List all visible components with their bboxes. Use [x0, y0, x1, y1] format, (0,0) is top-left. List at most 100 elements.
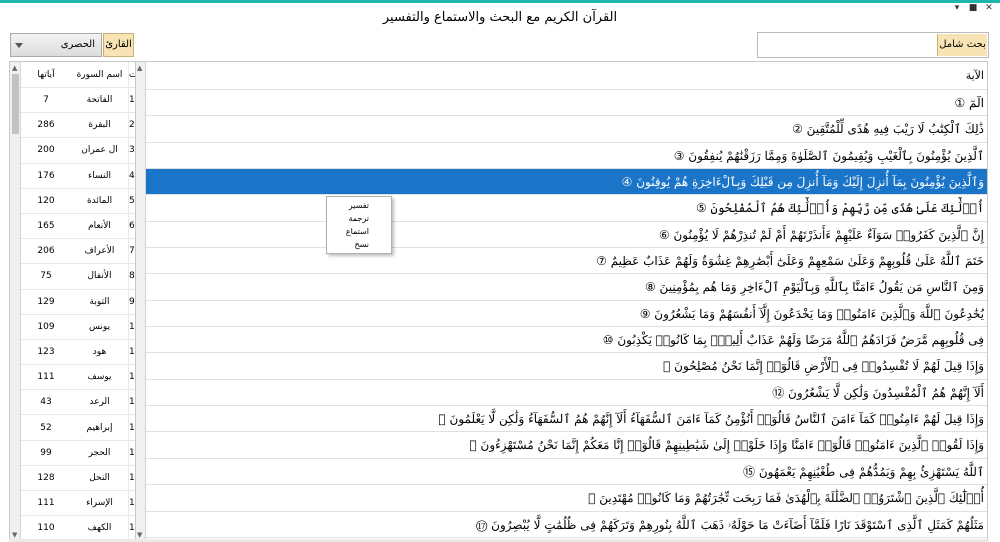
surah-table-body: ت اسم السورة آياتها 1 الفاتحة 7 2 البقرة 286 3… [21, 62, 143, 541]
table-row[interactable]: 16النحل128 [21, 465, 143, 491]
surah-cell-name: التوبة [89, 296, 110, 307]
surah-cell-name: الإسراء [86, 498, 113, 509]
surah-cell-ayat: 110 [37, 523, 55, 534]
surah-cell-ayat: 120 [37, 195, 55, 206]
table-row[interactable]: 2 البقرة 286 [21, 113, 143, 139]
search-input[interactable] [759, 34, 937, 56]
surah-cell-name: الأعراف [84, 246, 115, 257]
context-menu-item[interactable]: ترجمة [327, 212, 391, 225]
surah-cell-name: الكهف [87, 523, 112, 534]
surah-cell-ayat: 200 [37, 145, 55, 156]
verse-row[interactable]: وَإِذَا قِيلَ لَهُمْ ءَامِنُوا۟ كَمَآ ءَ… [146, 406, 987, 433]
surah-cell-ayat: 111 [37, 498, 55, 509]
verse-row[interactable]: إِنَّ ٱلَّذِينَ كَفَرُوا۟ سَوَآءٌ عَلَيْ… [146, 222, 987, 249]
surah-cell-ayat: 75 [40, 271, 52, 282]
surah-cell-name: إبراهيم [86, 422, 113, 433]
verse-row[interactable]: وَإِذَا لَقُوا۟ ٱلَّذِينَ ءَامَنُوا۟ قَا… [146, 432, 987, 459]
verse-row[interactable]: أَلَآ إِنَّهُمْ هُمُ ٱلْمُفْسِدُونَ وَلَ… [146, 380, 987, 407]
verse-row[interactable]: أُو۟لَٰٓئِكَ ٱلَّذِينَ ٱشْتَرَوُا۟ ٱلضَّ… [146, 485, 987, 512]
scroll-up-icon[interactable]: ▲ [137, 64, 142, 72]
table-row[interactable]: 13الرعد43 [21, 390, 143, 416]
surah-cell-name: يونس [88, 321, 111, 332]
header-name[interactable]: اسم السورة [71, 62, 128, 87]
context-menu-item[interactable]: استماع [327, 225, 391, 238]
table-row[interactable]: 1 الفاتحة 7 [21, 88, 143, 114]
context-menu-item[interactable]: نسخ [327, 238, 391, 251]
table-row[interactable]: 14إبراهيم52 [21, 415, 143, 441]
maximize-icon[interactable]: ■ [968, 3, 978, 13]
scroll-down-icon[interactable]: ▼ [12, 531, 17, 539]
window-controls: ▾ ■ ✕ [952, 3, 994, 13]
verse-row[interactable]: ٱلَّذِينَ يُؤْمِنُونَ بِٱلْغَيْبِ وَيُقِ… [146, 143, 987, 170]
table-row[interactable]: 9 التوبة 129 [21, 289, 143, 315]
table-row[interactable]: 17الإسراء111 [21, 491, 143, 517]
surah-cell-name: النحل [89, 472, 110, 483]
verse-row[interactable]: يُخَٰدِعُونَ ٱللَّهَ وَٱلَّذِينَ ءَامَنُ… [146, 301, 987, 328]
header-ayat[interactable]: آياتها [21, 62, 71, 87]
surah-cell-name: الرعد [89, 397, 110, 408]
table-row[interactable]: 7 الأعراف 206 [21, 239, 143, 265]
surah-cell-name: النساء [88, 170, 111, 181]
surah-cell-ayat: 206 [37, 246, 55, 257]
scroll-up-icon[interactable]: ▲ [12, 64, 17, 72]
surah-cell-ayat: 111 [37, 372, 55, 383]
verse-row[interactable]: فِى قُلُوبِهِم مَّرَضٌ فَزَادَهُمُ ٱللَّ… [146, 327, 987, 354]
surah-cell-name: ال عمران [81, 145, 118, 156]
table-row[interactable]: 4 النساء 176 [21, 163, 143, 189]
scroll-thumb[interactable] [12, 74, 19, 134]
reader-selector: الحصرى القارئ [10, 33, 134, 57]
verse-scrollbar[interactable]: ▲ ▼ [136, 62, 146, 541]
search-box: بحث شامل [757, 32, 989, 58]
table-row[interactable]: 5 المائدة 120 [21, 188, 143, 214]
table-row[interactable]: 10يونس109 [21, 314, 143, 340]
verse-row[interactable]: ٱللَّهُ يَسْتَهْزِئُ بِهِمْ وَيَمُدُّهُم… [146, 459, 987, 486]
reader-selected-value: الحصرى [60, 39, 95, 50]
surah-cell-ayat: 43 [40, 397, 52, 408]
window-title: القرآن الكريم مع البحث والاستماع والتفسي… [382, 10, 618, 25]
table-row[interactable]: 8 الأنفال 75 [21, 264, 143, 290]
surah-cell-ayat: 123 [37, 346, 55, 357]
verse-row[interactable]: الٓمٓ ① [146, 90, 987, 117]
surah-cell-name: الحجر [88, 447, 111, 458]
table-row[interactable]: 6 الأنعام 165 [21, 213, 143, 240]
verse-table: ▲ ▼ الآية الٓمٓ ① ذَٰلِكَ ٱلْكِتَٰبُ لَا … [135, 61, 988, 542]
surah-cell-ayat: 129 [37, 296, 55, 307]
chevron-down-icon [15, 43, 23, 48]
table-row[interactable]: 12يوسف111 [21, 365, 143, 391]
verse-row[interactable]: مَثَلُهُمْ كَمَثَلِ ٱلَّذِى ٱسْتَوْقَدَ … [146, 512, 987, 538]
table-row[interactable]: 3 ال عمران 200 [21, 138, 143, 164]
surah-cell-name: المائدة [86, 195, 113, 206]
surah-cell-ayat: 165 [37, 221, 55, 232]
context-menu-item[interactable]: تفسير [327, 199, 391, 212]
verse-row[interactable]: وَٱلَّذِينَ يُؤْمِنُونَ بِمَآ أُنزِلَ إِ… [146, 169, 987, 196]
scroll-down-icon[interactable]: ▼ [137, 531, 142, 539]
surah-cell-name: يوسف [87, 372, 112, 383]
verse-row[interactable]: أُو۟لَٰٓئِكَ عَلَىٰ هُدًى مِّن رَّبِّهِم… [146, 195, 987, 222]
surah-cell-ayat: 99 [40, 447, 52, 458]
surah-cell-ayat: 176 [37, 170, 55, 181]
verse-row[interactable]: وَمِنَ ٱلنَّاسِ مَن يَقُولُ ءَامَنَّا بِ… [146, 274, 987, 301]
verse-row[interactable]: وَإِذَا قِيلَ لَهُمْ لَا تُفْسِدُوا۟ فِى… [146, 353, 987, 380]
surah-cell-name: الأنعام [88, 221, 111, 232]
verse-table-header[interactable]: الآية [146, 62, 987, 90]
table-row[interactable]: 11هود123 [21, 339, 143, 366]
surah-cell-ayat: 7 [43, 95, 49, 106]
surah-cell-name: الفاتحة [86, 95, 113, 106]
verse-row[interactable]: ذَٰلِكَ ٱلْكِتَٰبُ لَا رَيْبَ فِيهِ هُدً… [146, 116, 987, 143]
minimize-icon[interactable]: ▾ [952, 3, 962, 13]
close-icon[interactable]: ✕ [984, 3, 994, 13]
surah-cell-ayat: 128 [37, 472, 55, 483]
verse-row[interactable]: خَتَمَ ٱللَّهُ عَلَىٰ قُلُوبِهِمْ وَعَلَ… [146, 248, 987, 275]
table-row[interactable]: 15الحجر99 [21, 440, 143, 466]
surah-scrollbar[interactable]: ▲ ▼ [10, 62, 21, 541]
surah-cell-name: البقرة [88, 120, 111, 131]
surah-cell-name: الأنفال [87, 271, 112, 282]
table-row[interactable]: 18الكهف110 [21, 516, 143, 541]
surah-cell-ayat: 286 [37, 120, 55, 131]
surah-cell-ayat: 109 [37, 321, 55, 332]
surah-table: ▲ ▼ ت اسم السورة آياتها 1 الفاتحة 7 2 البقرة… [9, 61, 144, 542]
reader-dropdown[interactable]: الحصرى [10, 33, 102, 57]
search-label[interactable]: بحث شامل [937, 34, 987, 56]
surah-cell-ayat: 52 [40, 422, 52, 433]
reader-label: القارئ [103, 33, 134, 57]
